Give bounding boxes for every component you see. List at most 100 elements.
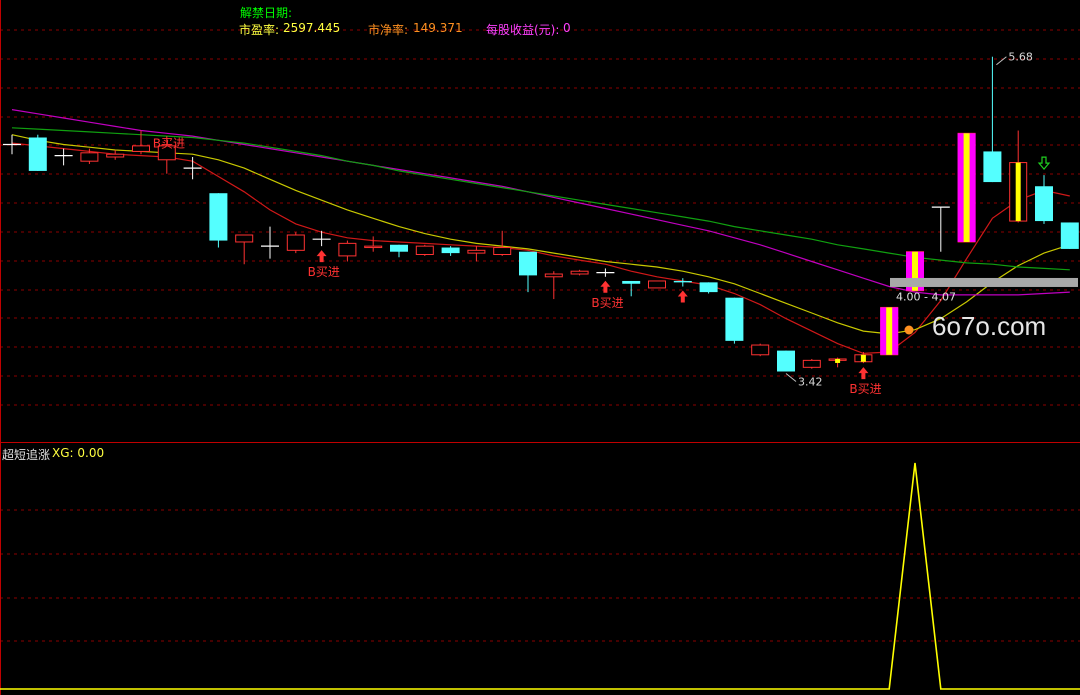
candle-body [132, 145, 150, 152]
signal-stripe [963, 133, 970, 242]
buy-signal-label: B买进 [849, 382, 881, 396]
candle-body [983, 151, 1002, 183]
candle [1060, 222, 1079, 249]
candle [957, 132, 976, 243]
signal-stripe [860, 354, 866, 362]
candle [415, 244, 434, 256]
candle [364, 236, 383, 252]
candle [441, 246, 460, 256]
candle [1035, 175, 1053, 224]
unlock-date-label: 解禁日期: [240, 6, 293, 20]
candle-body [28, 137, 47, 171]
candle [338, 240, 357, 262]
eps-value: 0 [563, 21, 571, 35]
candle-body [1060, 222, 1079, 249]
signal-stripe [886, 307, 893, 355]
grid-lines [0, 29, 1080, 642]
indicator-name: 超短追涨 [2, 448, 51, 462]
candle [751, 343, 770, 357]
candle-body [441, 247, 460, 254]
candle [390, 244, 408, 258]
candle-body [570, 270, 589, 275]
candle [1009, 130, 1028, 223]
candle [28, 134, 47, 171]
candle-body [673, 280, 692, 283]
candle [983, 56, 1002, 183]
candle [467, 246, 486, 262]
candle-body [80, 152, 99, 162]
price-range-box [890, 277, 1078, 287]
candle-body [544, 273, 563, 278]
candle-body [622, 280, 641, 284]
candle-body [802, 359, 821, 368]
candle [725, 297, 744, 344]
buy-arrow-icon [316, 250, 327, 263]
candle-body [106, 153, 125, 158]
candle-body [725, 297, 744, 341]
signal-stripe [1015, 162, 1021, 222]
candle [802, 358, 821, 369]
ma-line [11, 142, 1070, 355]
candle-body [235, 234, 254, 243]
low-marker-line [785, 373, 797, 382]
candle-body [364, 245, 383, 249]
candle [286, 232, 305, 254]
high-price-label: 5.68 [1008, 51, 1033, 64]
candle [648, 280, 666, 289]
price-range-label: 4.00 - 4.07 [896, 291, 956, 304]
candle-body [648, 280, 666, 289]
candles [3, 56, 1079, 372]
candle [209, 193, 228, 248]
candle [3, 134, 21, 155]
pe-value: 2597.445 [283, 21, 341, 35]
buy-signal-label: B买进 [153, 137, 185, 151]
candle-body [519, 251, 537, 276]
candle-body [338, 242, 357, 257]
buy-arrow-icon [600, 280, 611, 293]
chart-canvas[interactable]: B买进 B买进 B买进 B买进 5.68 3.42 4.00 - 4.07 [0, 0, 1080, 695]
candle [570, 269, 589, 276]
candle [699, 282, 718, 294]
candle-body [699, 282, 718, 293]
indicator-xg-value: XG: 0.00 [52, 446, 105, 460]
candle [493, 230, 512, 256]
candle [235, 234, 254, 265]
candle-body [777, 350, 795, 372]
signal-stripe [835, 358, 841, 363]
pb-value: 149.371 [413, 21, 463, 35]
pb-label: 市净率: [368, 23, 409, 37]
candle [596, 268, 615, 277]
candle [880, 306, 899, 356]
fruit-icon [904, 325, 914, 335]
candle [828, 357, 847, 368]
watermark: 6o7o.com [932, 311, 1047, 341]
buy-arrow-icon [677, 290, 688, 303]
high-marker-line [996, 56, 1007, 66]
candle-body [390, 244, 408, 252]
buy-arrow-icon [858, 367, 869, 380]
candle [931, 206, 950, 252]
candle [261, 226, 279, 259]
sell-arrow-icon [1037, 156, 1051, 171]
buy-signal-label: B买进 [591, 296, 623, 310]
low-price-label: 3.42 [798, 376, 823, 389]
candle-body [209, 193, 228, 241]
candle-body [467, 249, 486, 254]
stock-chart-window: B买进 B买进 B买进 B买进 5.68 3.42 4.00 - 4.07 解禁日期: 市盈… [0, 0, 1080, 695]
candle [106, 150, 125, 160]
candle [622, 280, 641, 297]
candle-body [286, 234, 305, 251]
candle [519, 251, 537, 293]
candle [777, 350, 795, 372]
ma-line [11, 134, 1070, 335]
candle [544, 271, 563, 300]
pe-label: 市盈率: [239, 23, 280, 37]
candle [54, 148, 73, 166]
candle-body [751, 344, 770, 356]
candle-body [1035, 186, 1053, 222]
eps-label: 每股收益(元): [486, 23, 560, 37]
indicator-line [0, 462, 1080, 690]
candle-body [415, 245, 434, 255]
buy-signal-label: B买进 [308, 265, 340, 279]
candle-body [493, 247, 512, 256]
